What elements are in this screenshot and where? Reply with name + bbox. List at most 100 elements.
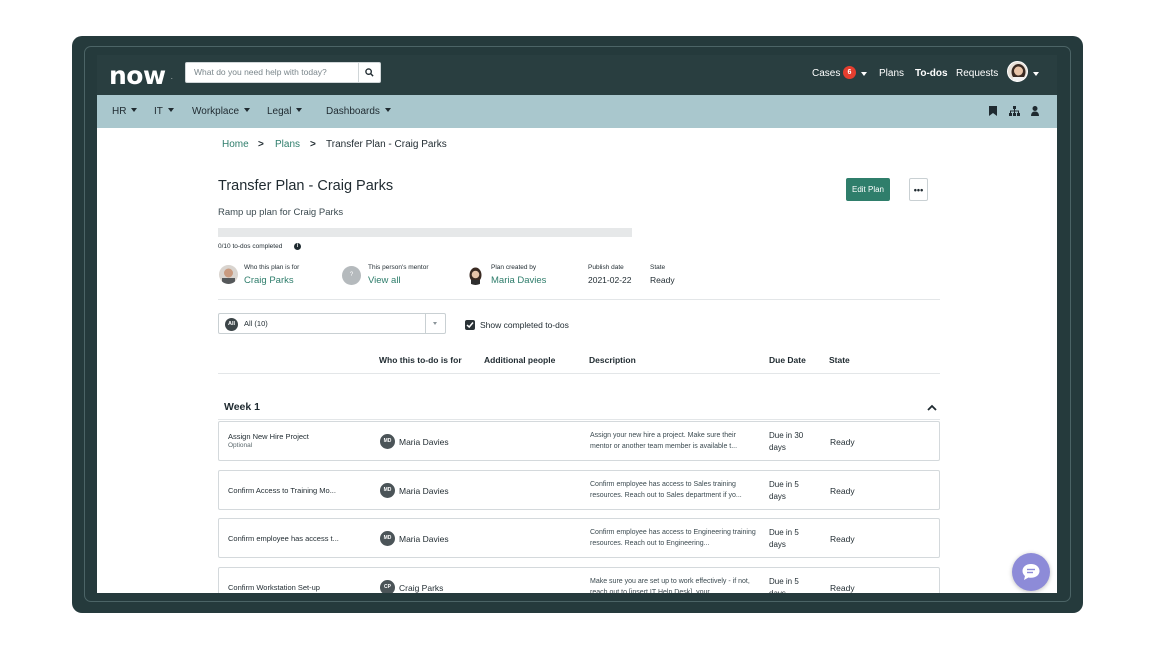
user-icon[interactable] (1031, 106, 1039, 116)
plan-for-link[interactable]: Craig Parks (244, 275, 294, 286)
todo-due-date: Due in 5 days (769, 577, 799, 593)
todo-description: Make sure you are set up to work effecti… (590, 578, 750, 593)
chevron-down-icon (296, 108, 303, 112)
plan-for-label: Who this plan is for (244, 264, 300, 271)
person-avatar: MD (380, 434, 395, 449)
page-subtitle: Ramp up plan for Craig Parks (218, 207, 344, 218)
section-divider (218, 299, 940, 300)
user-avatar[interactable] (1007, 61, 1028, 82)
chevron-down-icon (384, 108, 391, 112)
state-value: Ready (650, 275, 675, 285)
todo-state: Ready (830, 437, 855, 447)
progress-text: 0/10 to-dos completed (218, 243, 283, 250)
person-name: Maria Davies (399, 437, 449, 447)
nav-requests[interactable]: Requests (956, 68, 998, 79)
todo-optional-tag: Optional (228, 442, 253, 449)
person-name: Craig Parks (399, 583, 444, 593)
chat-button[interactable] (1012, 553, 1050, 591)
publish-date-value: 2021-02-22 (588, 275, 632, 285)
week-divider (218, 419, 940, 420)
chevron-up-icon[interactable] (927, 404, 937, 411)
subnav-dashboards[interactable]: Dashboards (326, 106, 391, 117)
search-box[interactable]: What do you need help with today? (185, 62, 381, 83)
top-header: now . What do you need help with today? … (97, 55, 1057, 95)
nav-cases[interactable]: Cases (812, 68, 840, 79)
todo-state: Ready (830, 486, 855, 496)
now-logo[interactable]: now (109, 61, 166, 90)
user-dropdown-caret[interactable] (1033, 72, 1039, 76)
subnav-legal-label: Legal (267, 106, 292, 117)
chevron-down-icon (167, 108, 174, 112)
todo-name: Confirm Workstation Set-up (228, 583, 320, 592)
app-screen: now . What do you need help with today? … (97, 55, 1057, 593)
show-completed-checkbox[interactable] (465, 320, 475, 330)
table-row[interactable]: Assign New Hire Project Optional MD Mari… (218, 421, 940, 461)
column-header-additional: Additional people (484, 355, 556, 365)
person-name: Maria Davies (399, 534, 449, 544)
subnav-it-label: IT (154, 106, 163, 117)
person-name: Maria Davies (399, 486, 449, 496)
chevron-down-icon (244, 108, 251, 112)
plan-creator-link[interactable]: Maria Davies (491, 275, 546, 286)
cases-dropdown-caret[interactable] (861, 72, 867, 76)
plan-creator-avatar (466, 266, 485, 285)
mentor-label: This person's mentor (368, 264, 429, 271)
column-header-due-date: Due Date (769, 355, 806, 365)
breadcrumb-home[interactable]: Home (222, 139, 249, 150)
nav-plans[interactable]: Plans (879, 68, 904, 79)
subnav-hr-label: HR (112, 106, 127, 117)
chevron-down-icon (433, 322, 437, 325)
todo-name: Assign New Hire Project (228, 432, 309, 441)
chat-icon (1022, 564, 1040, 580)
bookmark-icon[interactable] (989, 106, 997, 116)
todo-name: Confirm employee has access t... (228, 534, 339, 543)
org-chart-icon[interactable] (1009, 106, 1020, 116)
column-header-description: Description (589, 355, 636, 365)
info-icon[interactable]: i (294, 243, 301, 250)
column-header-who: Who this to-do is for (379, 355, 462, 365)
person-avatar: MD (380, 483, 395, 498)
search-input[interactable]: What do you need help with today? (194, 67, 327, 77)
plan-creator-label: Plan created by (491, 264, 537, 271)
table-row[interactable]: Confirm Access to Training Mo... MD Mari… (218, 470, 940, 510)
todo-due-date: Due in 30 days (769, 431, 804, 452)
logo-mark: . (171, 75, 173, 81)
todo-name: Confirm Access to Training Mo... (228, 486, 336, 495)
check-icon (466, 322, 474, 329)
todo-description: Confirm employee has access to Engineeri… (590, 529, 756, 547)
todo-due-date: Due in 5 days (769, 528, 799, 549)
sub-navigation: HR IT Workplace Legal Dashboards (97, 95, 1057, 128)
subnav-legal[interactable]: Legal (267, 106, 303, 117)
plan-creator-avatar-image (466, 266, 485, 285)
breadcrumb-current: Transfer Plan - Craig Parks (326, 139, 447, 150)
breadcrumb-plans[interactable]: Plans (275, 139, 300, 150)
more-options-button[interactable]: ••• (909, 178, 928, 201)
todo-filter-select[interactable]: All All (10) (218, 313, 446, 334)
progress-bar (218, 228, 632, 237)
table-row[interactable]: Confirm Workstation Set-up CP Craig Park… (218, 567, 940, 593)
mentor-view-all-link[interactable]: View all (368, 275, 401, 286)
cases-count-badge: 6 (843, 66, 856, 79)
breadcrumb-separator: > (258, 139, 264, 150)
search-button[interactable] (358, 63, 380, 82)
todo-description: Assign your new hire a project. Make sur… (590, 432, 738, 450)
subnav-it[interactable]: IT (154, 106, 174, 117)
todo-state: Ready (830, 534, 855, 544)
mentor-avatar: ? (342, 266, 361, 285)
table-row[interactable]: Confirm employee has access t... MD Mari… (218, 518, 940, 558)
filter-dropdown-button[interactable] (425, 314, 445, 333)
plan-for-avatar (219, 265, 238, 284)
person-avatar: MD (380, 531, 395, 546)
subnav-hr[interactable]: HR (112, 106, 138, 117)
state-label: State (650, 264, 666, 271)
header-divider (218, 373, 940, 374)
edit-plan-button[interactable]: Edit Plan (846, 178, 890, 201)
subnav-workplace[interactable]: Workplace (192, 106, 251, 117)
todo-state: Ready (830, 583, 855, 593)
show-completed-label[interactable]: Show completed to-dos (480, 320, 569, 330)
page-title: Transfer Plan - Craig Parks (218, 178, 394, 194)
nav-todos[interactable]: To-dos (915, 68, 948, 79)
plan-for-avatar-image (219, 265, 238, 284)
week-heading: Week 1 (224, 401, 260, 413)
filter-chip: All (225, 318, 238, 331)
